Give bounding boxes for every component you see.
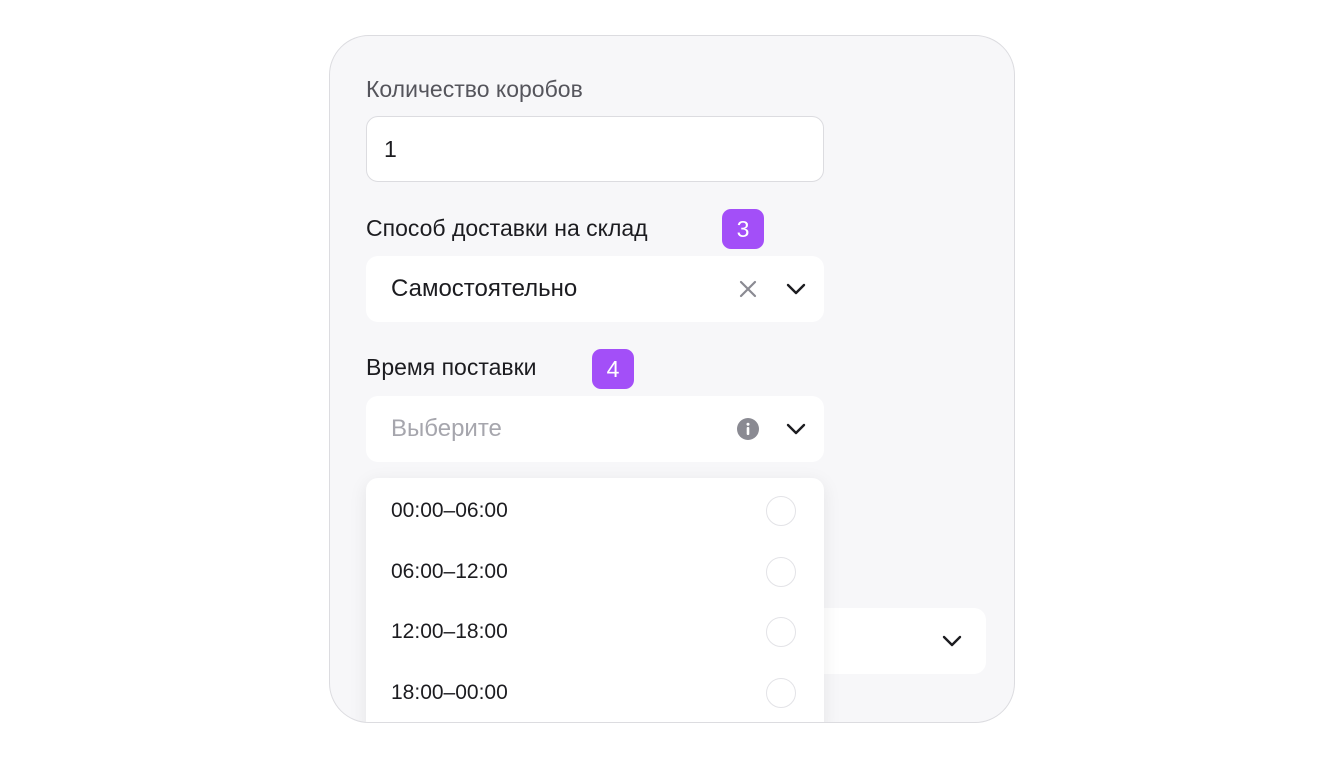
step-badge-3: 3: [722, 209, 764, 249]
boxes-label: Количество коробов: [366, 76, 583, 102]
step-badge-4: 4: [592, 349, 634, 389]
delivery-method-select[interactable]: Самостоятельно: [366, 256, 824, 322]
form-card: Количество коробов Способ доставки на ск…: [329, 35, 1015, 723]
chevron-down-icon[interactable]: [940, 629, 964, 653]
delivery-time-select[interactable]: Выберите: [366, 396, 824, 462]
time-option[interactable]: 06:00–12:00: [366, 542, 824, 602]
time-option-label: 18:00–00:00: [391, 681, 508, 704]
time-option[interactable]: 00:00–06:00: [366, 481, 824, 541]
delivery-method-value: Самостоятельно: [391, 275, 578, 302]
boxes-quantity-input[interactable]: [366, 116, 824, 182]
time-option[interactable]: 18:00–00:00: [366, 663, 824, 722]
time-option-label: 12:00–18:00: [391, 620, 508, 643]
time-option-label: 00:00–06:00: [391, 499, 508, 522]
radio-button[interactable]: [766, 617, 796, 647]
delivery-time-dropdown: 00:00–06:00 06:00–12:00 12:00–18:00 18:0…: [366, 478, 824, 722]
radio-button[interactable]: [766, 496, 796, 526]
delivery-method-label: Способ доставки на склад: [366, 215, 648, 241]
info-icon[interactable]: [736, 417, 760, 441]
delivery-time-placeholder: Выберите: [391, 415, 502, 442]
time-option[interactable]: 12:00–18:00: [366, 602, 824, 662]
radio-button[interactable]: [766, 678, 796, 708]
chevron-down-icon[interactable]: [784, 417, 808, 441]
time-option-label: 06:00–12:00: [391, 560, 508, 583]
close-icon[interactable]: [736, 277, 760, 301]
delivery-time-label: Время поставки: [366, 354, 537, 380]
chevron-down-icon[interactable]: [784, 277, 808, 301]
radio-button[interactable]: [766, 557, 796, 587]
